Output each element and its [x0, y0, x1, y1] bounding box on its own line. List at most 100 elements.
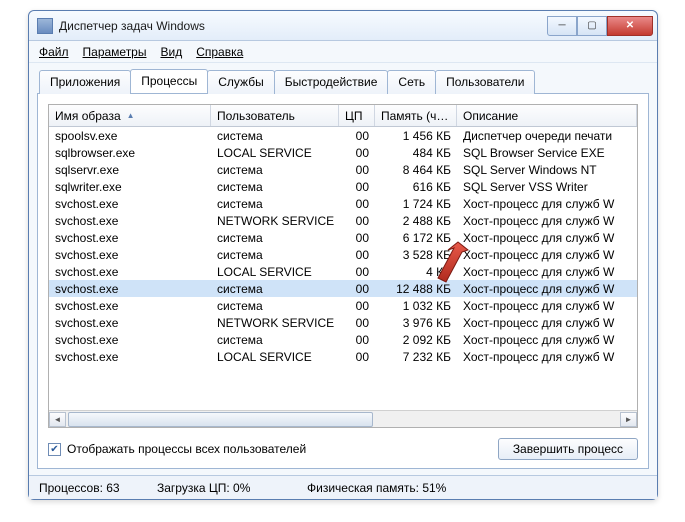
- cell-mem: 2 488 КБ: [375, 214, 457, 228]
- checkbox-label: Отображать процессы всех пользователей: [67, 442, 306, 456]
- table-row[interactable]: svchost.exeсистема0012 488 КБХост-процес…: [49, 280, 637, 297]
- cell-user: NETWORK SERVICE: [211, 316, 339, 330]
- tab-services[interactable]: Службы: [207, 70, 274, 94]
- cell-desc: Хост-процесс для служб W: [457, 265, 637, 279]
- table-row[interactable]: spoolsv.exeсистема001 456 КБДиспетчер оч…: [49, 127, 637, 144]
- cell-user: система: [211, 129, 339, 143]
- cell-image: spoolsv.exe: [49, 129, 211, 143]
- col-image-name[interactable]: Имя образа ▲: [49, 105, 211, 126]
- cell-desc: Хост-процесс для служб W: [457, 299, 637, 313]
- status-cpu: Загрузка ЦП: 0%: [157, 481, 307, 495]
- menubar: Файл Параметры Вид Справка: [29, 41, 657, 63]
- cell-desc: SQL Browser Service EXE: [457, 146, 637, 160]
- table-row[interactable]: svchost.exeLOCAL SERVICE007 232 КБХост-п…: [49, 348, 637, 365]
- list-header: Имя образа ▲ Пользователь ЦП Память (ч… …: [49, 105, 637, 127]
- scroll-thumb[interactable]: [68, 412, 373, 427]
- cell-user: система: [211, 282, 339, 296]
- col-image-label: Имя образа: [55, 109, 121, 123]
- cell-cpu: 00: [339, 214, 375, 228]
- maximize-button[interactable]: ▢: [577, 16, 607, 36]
- close-button[interactable]: ✕: [607, 16, 653, 36]
- table-row[interactable]: sqlservr.exeсистема008 464 КБSQL Server …: [49, 161, 637, 178]
- cell-mem: 7 232 КБ: [375, 350, 457, 364]
- cell-cpu: 00: [339, 265, 375, 279]
- cell-cpu: 00: [339, 180, 375, 194]
- cell-image: svchost.exe: [49, 316, 211, 330]
- minimize-button[interactable]: ─: [547, 16, 577, 36]
- cell-cpu: 00: [339, 129, 375, 143]
- tab-applications[interactable]: Приложения: [39, 70, 131, 94]
- menu-view[interactable]: Вид: [160, 45, 182, 59]
- table-row[interactable]: svchost.exeLOCAL SERVICE004 КБХост-проце…: [49, 263, 637, 280]
- cell-desc: Хост-процесс для служб W: [457, 197, 637, 211]
- table-row[interactable]: svchost.exeNETWORK SERVICE003 976 КБХост…: [49, 314, 637, 331]
- horizontal-scrollbar[interactable]: ◄ ►: [49, 410, 637, 427]
- cell-mem: 12 488 КБ: [375, 282, 457, 296]
- cell-user: LOCAL SERVICE: [211, 146, 339, 160]
- cell-image: sqlwriter.exe: [49, 180, 211, 194]
- tab-networking[interactable]: Сеть: [387, 70, 436, 94]
- cell-desc: Хост-процесс для служб W: [457, 248, 637, 262]
- bottom-controls: ✔ Отображать процессы всех пользователей…: [48, 438, 638, 460]
- menu-file[interactable]: Файл: [39, 45, 69, 59]
- table-row[interactable]: sqlbrowser.exeLOCAL SERVICE00484 КБSQL B…: [49, 144, 637, 161]
- table-row[interactable]: svchost.exeсистема003 528 КБХост-процесс…: [49, 246, 637, 263]
- table-row[interactable]: svchost.exeсистема002 092 КБХост-процесс…: [49, 331, 637, 348]
- scroll-right-button[interactable]: ►: [620, 412, 637, 427]
- cell-image: svchost.exe: [49, 231, 211, 245]
- window-title: Диспетчер задач Windows: [59, 19, 547, 33]
- cell-mem: 3 528 КБ: [375, 248, 457, 262]
- table-row[interactable]: svchost.exeсистема001 724 КБХост-процесс…: [49, 195, 637, 212]
- cell-desc: SQL Server VSS Writer: [457, 180, 637, 194]
- scroll-track[interactable]: [66, 412, 620, 427]
- cell-user: NETWORK SERVICE: [211, 214, 339, 228]
- cell-user: система: [211, 333, 339, 347]
- cell-image: sqlbrowser.exe: [49, 146, 211, 160]
- col-cpu[interactable]: ЦП: [339, 105, 375, 126]
- table-row[interactable]: svchost.exeNETWORK SERVICE002 488 КБХост…: [49, 212, 637, 229]
- scroll-left-button[interactable]: ◄: [49, 412, 66, 427]
- cell-cpu: 00: [339, 231, 375, 245]
- table-row[interactable]: svchost.exeсистема006 172 КБХост-процесс…: [49, 229, 637, 246]
- cell-image: svchost.exe: [49, 299, 211, 313]
- list-body: spoolsv.exeсистема001 456 КБДиспетчер оч…: [49, 127, 637, 410]
- cell-cpu: 00: [339, 248, 375, 262]
- cell-mem: 2 092 КБ: [375, 333, 457, 347]
- cell-user: система: [211, 299, 339, 313]
- tab-users[interactable]: Пользователи: [435, 70, 535, 94]
- cell-desc: Хост-процесс для служб W: [457, 231, 637, 245]
- checkbox-icon: ✔: [48, 443, 61, 456]
- col-description[interactable]: Описание: [457, 105, 637, 126]
- process-list[interactable]: Имя образа ▲ Пользователь ЦП Память (ч… …: [48, 104, 638, 428]
- cell-desc: SQL Server Windows NT: [457, 163, 637, 177]
- cell-image: svchost.exe: [49, 214, 211, 228]
- window-buttons: ─ ▢ ✕: [547, 16, 653, 36]
- menu-options[interactable]: Параметры: [83, 45, 147, 59]
- cell-mem: 1 456 КБ: [375, 129, 457, 143]
- cell-user: система: [211, 248, 339, 262]
- status-memory: Физическая память: 51%: [307, 481, 647, 495]
- cell-user: система: [211, 163, 339, 177]
- tab-performance[interactable]: Быстродействие: [274, 70, 389, 94]
- tab-processes[interactable]: Процессы: [130, 69, 208, 93]
- col-user[interactable]: Пользователь: [211, 105, 339, 126]
- cell-mem: 4 КБ: [375, 265, 457, 279]
- cell-mem: 8 464 КБ: [375, 163, 457, 177]
- cell-user: система: [211, 180, 339, 194]
- cell-cpu: 00: [339, 299, 375, 313]
- cell-mem: 616 КБ: [375, 180, 457, 194]
- end-process-button[interactable]: Завершить процесс: [498, 438, 638, 460]
- table-row[interactable]: sqlwriter.exeсистема00616 КБSQL Server V…: [49, 178, 637, 195]
- cell-mem: 1 032 КБ: [375, 299, 457, 313]
- cell-image: svchost.exe: [49, 197, 211, 211]
- menu-help[interactable]: Справка: [196, 45, 243, 59]
- show-all-users-checkbox[interactable]: ✔ Отображать процессы всех пользователей: [48, 442, 306, 456]
- cell-mem: 1 724 КБ: [375, 197, 457, 211]
- cell-cpu: 00: [339, 316, 375, 330]
- tab-content: Имя образа ▲ Пользователь ЦП Память (ч… …: [37, 93, 649, 469]
- table-row[interactable]: svchost.exeсистема001 032 КБХост-процесс…: [49, 297, 637, 314]
- titlebar[interactable]: Диспетчер задач Windows ─ ▢ ✕: [29, 11, 657, 41]
- tabstrip: Приложения Процессы Службы Быстродействи…: [29, 63, 657, 93]
- cell-image: svchost.exe: [49, 350, 211, 364]
- col-memory[interactable]: Память (ч…: [375, 105, 457, 126]
